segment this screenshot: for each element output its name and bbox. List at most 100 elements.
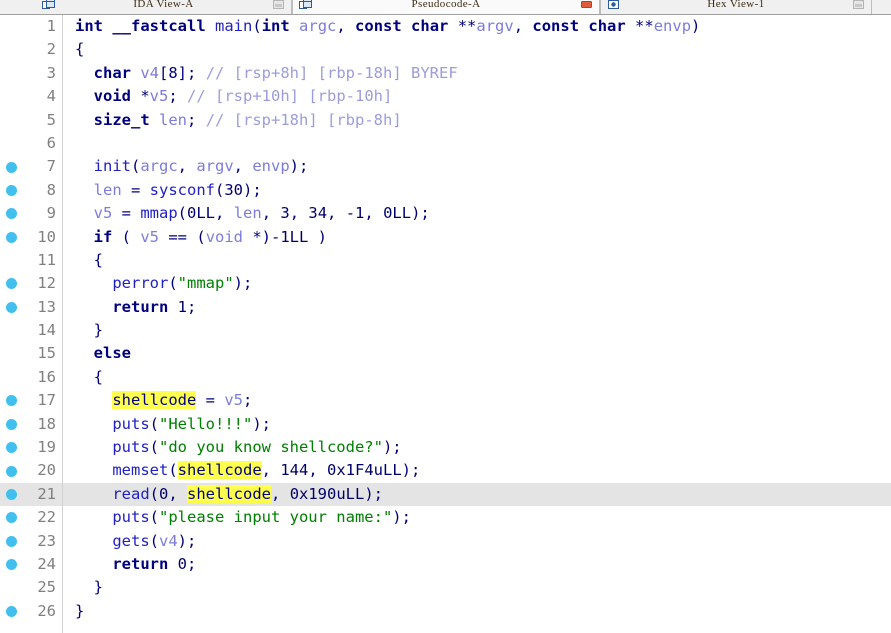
code-line[interactable]: 19 puts("do you know shellcode?"); [0, 436, 891, 459]
breakpoint-gutter-cell[interactable] [0, 389, 22, 412]
code-text[interactable]: } [62, 600, 891, 623]
breakpoint-gutter-cell[interactable] [0, 530, 22, 553]
breakpoint-icon[interactable] [5, 465, 17, 477]
code-line[interactable]: 14 } [0, 319, 891, 342]
breakpoint-gutter-cell[interactable] [0, 413, 22, 436]
code-line[interactable]: 9 v5 = mmap(0LL, len, 3, 34, -1, 0LL); [0, 202, 891, 225]
code-line[interactable]: 16 { [0, 366, 891, 389]
code-text[interactable]: gets(v4); [62, 530, 891, 553]
breakpoint-gutter-cell[interactable] [0, 459, 22, 482]
code-line[interactable]: 10 if ( v5 == (void *)-1LL ) [0, 226, 891, 249]
breakpoint-icon[interactable] [5, 489, 17, 500]
code-text[interactable]: read(0, shellcode, 0x190uLL); [62, 483, 891, 506]
code-line[interactable]: 26} [0, 600, 891, 623]
code-text[interactable]: perror("mmap"); [62, 272, 891, 295]
code-text[interactable]: init(argc, argv, envp); [62, 155, 891, 178]
breakpoint-gutter-cell[interactable] [0, 366, 22, 389]
code-line[interactable]: 1 int __fastcall main(int argc, const cha… [0, 15, 891, 38]
breakpoint-icon[interactable] [5, 559, 17, 571]
breakpoint-gutter-cell[interactable] [0, 319, 22, 342]
code-text[interactable]: } [62, 576, 891, 599]
code-line[interactable]: 2{ [0, 38, 891, 61]
breakpoint-gutter-cell[interactable] [0, 553, 22, 576]
breakpoint-gutter-cell[interactable] [0, 62, 22, 85]
code-line[interactable]: 24 return 0; [0, 553, 891, 576]
breakpoint-gutter-cell[interactable] [0, 600, 22, 623]
code-line[interactable]: 4 void *v5; // [rsp+10h] [rbp-10h] [0, 85, 891, 108]
code-text[interactable]: return 1; [62, 296, 891, 319]
breakpoint-gutter-cell[interactable] [0, 483, 22, 506]
code-text[interactable]: puts("please input your name:"); [62, 506, 891, 529]
code-line[interactable]: 8 len = sysconf(30); [0, 179, 891, 202]
code-text[interactable]: { [62, 249, 891, 272]
breakpoint-gutter-cell[interactable] [0, 179, 22, 202]
code-line[interactable]: 13 return 1; [0, 296, 891, 319]
breakpoint-gutter-cell[interactable] [0, 342, 22, 365]
code-line[interactable]: 7 init(argc, argv, envp); [0, 155, 891, 178]
code-text[interactable]: shellcode = v5; [62, 389, 891, 412]
tab-ida-view-a[interactable]: IDA View-A [36, 0, 292, 14]
tab-hex-view-1[interactable]: Hex View-1 [600, 0, 872, 14]
breakpoint-gutter-cell[interactable] [0, 155, 22, 178]
code-line[interactable]: 12 perror("mmap"); [0, 272, 891, 295]
breakpoint-icon[interactable] [5, 231, 17, 243]
breakpoint-gutter-cell[interactable] [0, 576, 22, 599]
code-line[interactable]: 3 char v4[8]; // [rsp+8h] [rbp-18h] BYRE… [0, 62, 891, 85]
code-text[interactable]: size_t len; // [rsp+18h] [rbp-8h] [62, 109, 891, 132]
code-line[interactable]: 23 gets(v4); [0, 530, 891, 553]
code-text[interactable]: { [62, 366, 891, 389]
code-line[interactable]: 21 read(0, shellcode, 0x190uLL); [0, 482, 891, 507]
code-text[interactable]: v5 = mmap(0LL, len, 3, 34, -1, 0LL); [62, 202, 891, 225]
breakpoint-gutter-cell[interactable] [0, 506, 22, 529]
breakpoint-icon[interactable] [5, 512, 17, 524]
breakpoint-icon[interactable] [5, 301, 17, 313]
breakpoint-icon[interactable] [5, 161, 17, 173]
code-line[interactable]: 17 shellcode = v5; [0, 389, 891, 412]
close-icon[interactable] [580, 0, 593, 10]
code-line[interactable]: 22 puts("please input your name:"); [0, 506, 891, 529]
restore-icon[interactable] [272, 0, 285, 10]
code-text[interactable]: puts("do you know shellcode?"); [62, 436, 891, 459]
pseudocode-editor[interactable]: 1 int __fastcall main(int argc, const cha… [0, 15, 891, 633]
breakpoint-gutter-cell[interactable] [0, 436, 22, 459]
breakpoint-icon[interactable] [5, 278, 17, 290]
breakpoint-gutter-cell[interactable] [0, 296, 22, 319]
code-text[interactable]: void *v5; // [rsp+10h] [rbp-10h] [62, 85, 891, 108]
breakpoint-gutter-cell[interactable] [0, 109, 22, 132]
breakpoint-gutter-cell[interactable] [0, 272, 22, 295]
breakpoint-gutter-cell[interactable] [0, 226, 22, 249]
code-text[interactable]: { [62, 38, 891, 61]
restore-icon[interactable] [852, 0, 865, 10]
code-line[interactable]: 20 memset(shellcode, 144, 0x1F4uLL); [0, 459, 891, 482]
breakpoint-icon[interactable] [5, 535, 17, 547]
breakpoint-gutter-cell[interactable] [0, 202, 22, 225]
breakpoint-icon[interactable] [5, 184, 17, 196]
code-text[interactable]: } [62, 319, 891, 342]
breakpoint-gutter-cell[interactable] [0, 249, 22, 272]
code-text[interactable]: memset(shellcode, 144, 0x1F4uLL); [62, 459, 891, 482]
tab-pseudocode-a[interactable]: Pseudocode-A [292, 0, 600, 14]
code-text[interactable]: puts("Hello!!!"); [62, 413, 891, 436]
code-line[interactable]: 18 puts("Hello!!!"); [0, 413, 891, 436]
code-text[interactable]: len = sysconf(30); [62, 179, 891, 202]
code-line[interactable]: 15 else [0, 342, 891, 365]
code-text[interactable]: char v4[8]; // [rsp+8h] [rbp-18h] BYREF [62, 62, 891, 85]
code-text[interactable]: int __fastcall main(int argc, const char… [62, 15, 891, 38]
breakpoint-icon[interactable] [5, 442, 17, 454]
breakpoint-icon[interactable] [5, 418, 17, 430]
breakpoint-icon[interactable] [5, 208, 17, 220]
code-line[interactable]: 25 } [0, 576, 891, 599]
breakpoint-gutter-cell[interactable] [0, 15, 22, 38]
code-line[interactable]: 6 [0, 132, 891, 155]
code-line[interactable]: 5 size_t len; // [rsp+18h] [rbp-8h] [0, 109, 891, 132]
breakpoint-icon[interactable] [5, 605, 17, 617]
code-text[interactable]: else [62, 342, 891, 365]
breakpoint-gutter-cell[interactable] [0, 85, 22, 108]
code-text[interactable]: if ( v5 == (void *)-1LL ) [62, 226, 891, 249]
breakpoint-gutter-cell[interactable] [0, 38, 22, 61]
breakpoint-icon[interactable] [5, 395, 17, 407]
code-body[interactable]: 1 int __fastcall main(int argc, const cha… [0, 15, 891, 623]
code-text[interactable]: return 0; [62, 553, 891, 576]
breakpoint-gutter-cell[interactable] [0, 132, 22, 155]
code-line[interactable]: 11 { [0, 249, 891, 272]
